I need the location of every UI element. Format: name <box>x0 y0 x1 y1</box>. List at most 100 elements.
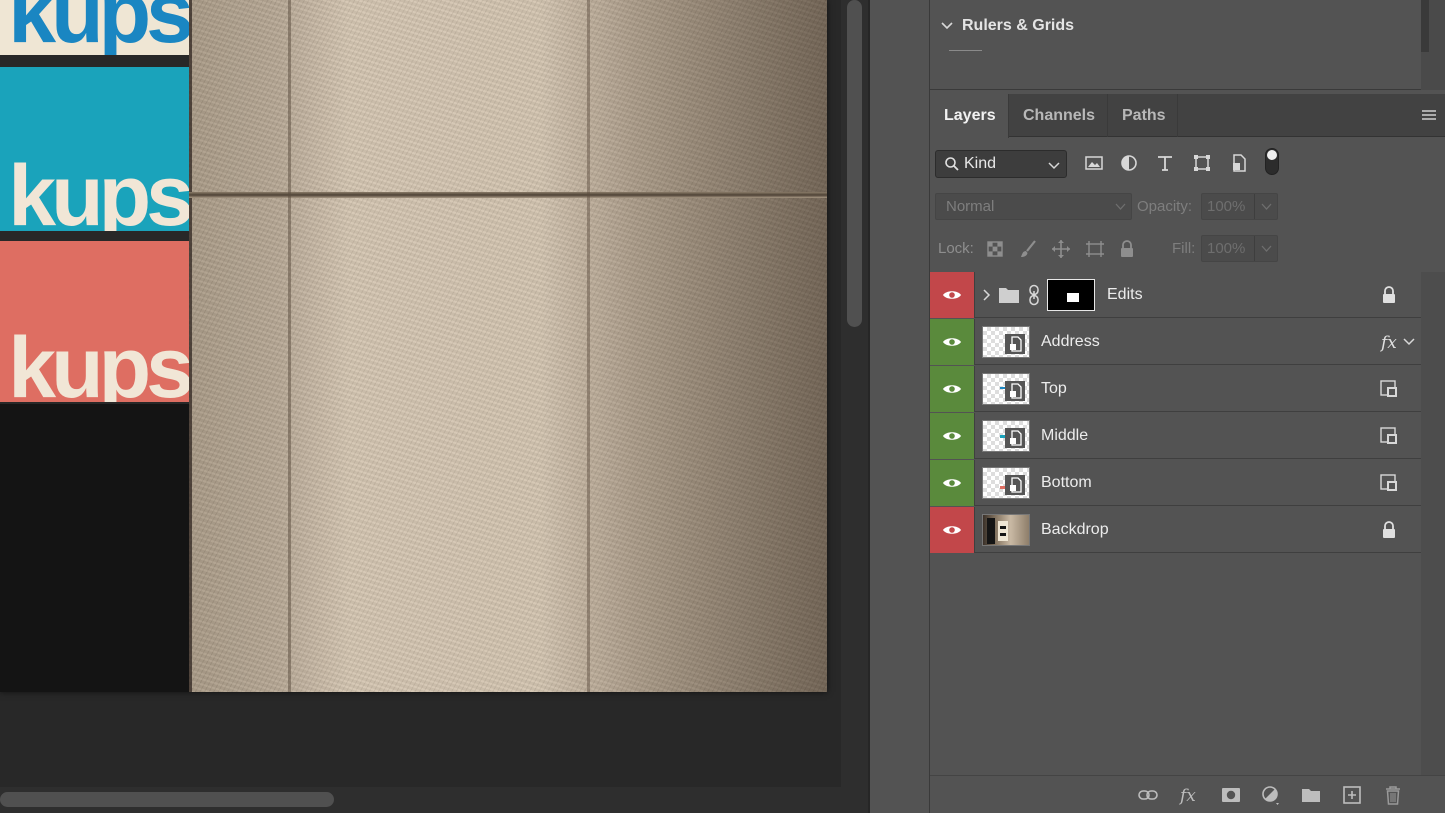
layer-name[interactable]: Backdrop <box>1041 521 1109 539</box>
lock-artboard-icon[interactable] <box>1084 238 1106 260</box>
canvas-vertical-scrollbar[interactable] <box>841 0 868 787</box>
scroll-thumb[interactable] <box>1421 0 1429 52</box>
chevron-down-icon[interactable] <box>1403 336 1415 346</box>
mockup-card-black <box>0 404 189 692</box>
folder-icon <box>999 288 1019 303</box>
adjustment-layer-icon[interactable] <box>1260 784 1282 806</box>
chevron-down-icon[interactable] <box>940 19 954 33</box>
lock-icon <box>1383 286 1395 303</box>
lock-icon <box>1383 521 1395 538</box>
canvas-horizontal-scrollbar[interactable] <box>0 787 868 813</box>
layer-name[interactable]: Top <box>1041 380 1067 398</box>
shape-filter-icon[interactable] <box>1191 152 1213 174</box>
lock-image-pixels-icon[interactable] <box>1018 238 1040 260</box>
add-mask-icon[interactable] <box>1220 784 1242 806</box>
panel-dock-gutter <box>868 0 930 813</box>
layers-footer-toolbar: fx <box>930 775 1445 813</box>
layer-row-middle[interactable]: Middle <box>930 413 1421 459</box>
visibility-toggle[interactable] <box>930 272 975 318</box>
tab-channels[interactable]: Channels <box>1009 94 1108 137</box>
wall-seam <box>288 0 291 692</box>
layer-name[interactable]: Middle <box>1041 427 1088 445</box>
new-layer-icon[interactable] <box>1341 784 1363 806</box>
eye-icon <box>943 432 961 440</box>
vertical-scroll-thumb[interactable] <box>847 0 862 327</box>
smart-object-icon <box>1380 427 1397 444</box>
layer-row-edits[interactable]: Edits <box>930 272 1421 318</box>
right-panel-dock: Rulers & Grids Layers Channels Paths Kin… <box>930 0 1445 813</box>
smart-object-filter-icon[interactable] <box>1228 152 1250 174</box>
card-text-blue: kups <box>8 0 189 55</box>
chevron-down-icon[interactable] <box>1261 202 1272 211</box>
visibility-toggle[interactable] <box>930 319 975 365</box>
adjustment-filter-icon[interactable] <box>1118 152 1140 174</box>
layer-name[interactable]: Bottom <box>1041 474 1092 492</box>
layer-filter-row: Kind <box>930 145 1445 181</box>
chevron-right-icon[interactable] <box>982 288 991 302</box>
trash-icon[interactable] <box>1382 784 1404 806</box>
layer-list-scrollbar[interactable] <box>1421 272 1445 775</box>
mask-link-icon[interactable] <box>1028 284 1040 306</box>
visibility-toggle[interactable] <box>930 366 975 412</box>
mockup-card-teal: kups <box>0 67 189 231</box>
chevron-down-icon[interactable] <box>1261 244 1272 253</box>
visibility-toggle[interactable] <box>930 460 975 506</box>
filter-toggle-switch[interactable] <box>1265 148 1279 175</box>
layer-thumbnail[interactable] <box>982 467 1030 499</box>
lock-position-icon[interactable] <box>1050 238 1072 260</box>
link-layers-icon[interactable] <box>1137 784 1159 806</box>
layer-thumbnail[interactable] <box>982 373 1030 405</box>
opacity-field[interactable]: 100% <box>1201 193 1278 220</box>
layer-row-address[interactable]: Address fx <box>930 319 1421 365</box>
lock-all-icon[interactable] <box>1116 238 1138 260</box>
blend-mode-select[interactable]: Normal <box>935 193 1132 220</box>
svg-text:fx: fx <box>1178 786 1196 806</box>
horizontal-scroll-thumb[interactable] <box>0 792 334 807</box>
layer-thumbnail[interactable] <box>982 326 1030 358</box>
layer-row-top[interactable]: Top <box>930 366 1421 412</box>
document-canvas-area[interactable]: kups kups kups <box>0 0 841 787</box>
fx-icon[interactable]: fx <box>1380 331 1400 353</box>
mockup-card-cream: kups <box>0 0 189 55</box>
layer-name[interactable]: Address <box>1041 333 1100 351</box>
layer-row-bottom[interactable]: Bottom <box>930 460 1421 506</box>
fill-value: 100% <box>1207 240 1246 257</box>
smart-object-icon <box>1380 474 1397 491</box>
rulers-grids-panel: Rulers & Grids <box>930 0 1445 90</box>
lock-row: Lock: Fill: 100% <box>930 233 1445 265</box>
rulers-panel-scrollbar[interactable] <box>1421 0 1445 90</box>
layer-name[interactable]: Edits <box>1107 286 1143 304</box>
rulers-grids-header[interactable]: Rulers & Grids <box>940 17 1074 35</box>
blend-mode-row: Normal Opacity: 100% <box>930 191 1445 223</box>
panel-tab-bar: Layers Channels Paths <box>930 94 1445 138</box>
eye-icon <box>943 479 961 487</box>
smart-object-badge-icon <box>1005 428 1025 448</box>
image-filter-icon[interactable] <box>1083 152 1105 174</box>
rulers-grids-title: Rulers & Grids <box>962 17 1075 34</box>
fx-icon[interactable]: fx <box>1178 784 1200 806</box>
layer-list: Edits Address fx Top Middle Bottom Backd… <box>930 272 1421 775</box>
filter-kind-label: Kind <box>964 155 997 172</box>
lock-transparent-pixels-icon[interactable] <box>984 238 1006 260</box>
fill-label: Fill: <box>1172 240 1196 257</box>
filter-kind-select[interactable]: Kind <box>935 150 1067 178</box>
tab-layers[interactable]: Layers <box>930 94 1009 138</box>
visibility-toggle[interactable] <box>930 413 975 459</box>
tab-paths[interactable]: Paths <box>1108 94 1178 137</box>
toggle-knob <box>1267 150 1277 160</box>
fill-field[interactable]: 100% <box>1201 235 1278 262</box>
visibility-toggle[interactable] <box>930 507 975 553</box>
eye-icon <box>943 385 961 393</box>
smart-object-badge-icon <box>1005 334 1025 354</box>
smart-object-badge-icon <box>1005 475 1025 495</box>
stone-wall-backdrop <box>189 0 827 692</box>
card-text-cream: kups <box>8 320 189 402</box>
panel-menu-icon[interactable] <box>1421 109 1437 121</box>
layer-mask-thumbnail[interactable] <box>1047 279 1095 311</box>
layer-row-backdrop[interactable]: Backdrop <box>930 507 1421 553</box>
type-filter-icon[interactable] <box>1154 152 1176 174</box>
layer-thumbnail[interactable] <box>982 420 1030 452</box>
layer-thumbnail[interactable] <box>982 514 1030 546</box>
new-group-icon[interactable] <box>1300 784 1322 806</box>
document-canvas[interactable]: kups kups kups <box>0 0 827 692</box>
